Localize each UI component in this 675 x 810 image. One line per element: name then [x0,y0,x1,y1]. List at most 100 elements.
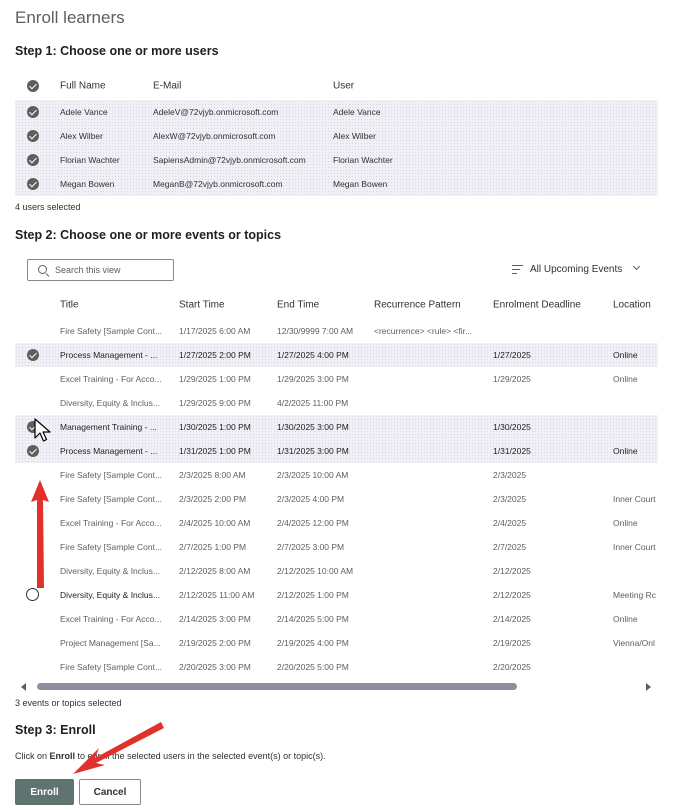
event-location: Online [613,374,638,384]
mouse-cursor-icon [34,418,51,442]
event-deadline: 2/7/2025 [493,542,527,552]
table-row[interactable]: Alex Wilber AlexW@72vjyb.onmicrosoft.com A… [15,124,658,148]
table-row[interactable]: Management Training - ... 1/30/2025 1:00 … [15,415,658,439]
event-location: Inner Court [613,542,656,552]
event-end-time: 1/30/2025 3:00 PM [277,422,349,432]
annotation-arrow-diagonal-shape [73,722,164,774]
row-checkbox[interactable] [27,178,39,190]
event-title: Excel Training - For Acco... [60,614,162,624]
table-row[interactable]: Process Management - ... 1/27/2025 2:00 P… [15,343,658,367]
filter-lines-icon [512,265,523,274]
scroll-right-icon[interactable] [646,683,651,691]
table-row[interactable]: Adele Vance AdeleV@72vjyb.onmicrosoft.com… [15,100,658,124]
event-location: Online [613,350,638,360]
event-start-time: 2/3/2025 8:00 AM [179,470,246,480]
event-start-time: 1/29/2025 9:00 PM [179,398,251,408]
enroll-button[interactable]: Enroll [15,779,74,805]
column-header-title[interactable]: Title [60,300,79,311]
event-start-time: 2/12/2025 11:00 AM [179,590,255,600]
row-checkbox[interactable] [27,349,39,361]
event-start-time: 2/19/2025 2:00 PM [179,638,251,648]
event-title: Process Management - ... [60,446,158,456]
event-end-time: 12/30/9999 7:00 AM [277,326,354,336]
event-deadline: 1/27/2025 [493,350,531,360]
step2-title: Step 2: Choose one or more events or top… [15,228,282,242]
event-end-time: 2/19/2025 4:00 PM [277,638,349,648]
table-row[interactable]: Fire Safety [Sample Cont... 2/20/2025 3:0… [15,655,658,679]
scrollbar-thumb[interactable] [37,683,517,690]
column-header-enrolment-deadline[interactable]: Enrolment Deadline [493,300,581,311]
table-row[interactable]: Fire Safety [Sample Cont... 1/17/2025 6:0… [15,319,658,343]
event-title: Diversity, Equity & Inclus... [60,590,160,600]
search-icon [38,265,47,274]
event-recurrence: <recurrence> <rule> <fir... [374,326,473,336]
table-row[interactable]: Diversity, Equity & Inclus... 2/12/2025 1… [15,583,658,607]
users-table-header: Full Name E-Mail User [15,72,658,100]
user-user: Adele Vance [333,107,381,117]
column-header-email[interactable]: E-Mail [153,81,181,92]
event-deadline: 1/29/2025 [493,374,531,384]
annotation-arrow-up-shape [31,480,49,588]
row-checkbox[interactable] [27,445,39,457]
user-full-name: Megan Bowen [60,179,115,189]
search-input[interactable]: Search this view [55,265,121,275]
table-row[interactable]: Florian Wachter SapiensAdmin@72vjyb.onmic… [15,148,658,172]
event-end-time: 1/31/2025 3:00 PM [277,446,349,456]
column-header-location[interactable]: Location [613,300,651,311]
event-deadline: 2/12/2025 [493,566,531,576]
view-selector-label: All Upcoming Events [530,264,623,275]
user-email: MeganB@72vjyb.onmicrosoft.com [153,179,283,189]
event-start-time: 2/14/2025 3:00 PM [179,614,251,624]
table-row[interactable]: Excel Training - For Acco... 2/4/2025 10:… [15,511,658,535]
chevron-down-icon [632,262,641,271]
table-row[interactable]: Excel Training - For Acco... 1/29/2025 1:… [15,367,658,391]
column-header-recurrence-pattern[interactable]: Recurrence Pattern [374,300,461,311]
step1-title: Step 1: Choose one or more users [15,44,219,58]
users-table: Full Name E-Mail User Adele Vance AdeleV@… [15,72,658,196]
table-row[interactable]: Fire Safety [Sample Cont... 2/3/2025 2:00… [15,487,658,511]
event-start-time: 2/7/2025 1:00 PM [179,542,247,552]
row-checkbox[interactable] [27,130,39,142]
event-location: Online [613,614,638,624]
column-header-end-time[interactable]: End Time [277,300,319,311]
column-header-full-name[interactable]: Full Name [60,81,106,92]
event-deadline: 2/3/2025 [493,494,527,504]
table-row[interactable]: Fire Safety [Sample Cont... 2/3/2025 8:00… [15,463,658,487]
column-header-user[interactable]: User [333,81,354,92]
row-checkbox[interactable] [27,106,39,118]
event-deadline: 1/31/2025 [493,446,531,456]
event-deadline: 1/30/2025 [493,422,531,432]
event-title: Excel Training - For Acco... [60,374,162,384]
table-row[interactable]: Excel Training - For Acco... 2/14/2025 3:… [15,607,658,631]
table-row[interactable]: Process Management - ... 1/31/2025 1:00 P… [15,439,658,463]
event-deadline: 2/20/2025 [493,662,531,672]
event-start-time: 1/31/2025 1:00 PM [179,446,251,456]
cancel-button[interactable]: Cancel [79,779,141,805]
table-row[interactable]: Project Management [Sa... 2/19/2025 2:00 … [15,631,658,655]
table-row[interactable]: Fire Safety [Sample Cont... 2/7/2025 1:00… [15,535,658,559]
event-deadline: 2/3/2025 [493,470,527,480]
event-location: Meeting Rc [613,590,656,600]
search-box[interactable]: Search this view [27,259,174,281]
event-start-time: 2/3/2025 2:00 PM [179,494,247,504]
table-row[interactable]: Megan Bowen MeganB@72vjyb.onmicrosoft.com… [15,172,658,196]
event-end-time: 2/7/2025 3:00 PM [277,542,345,552]
event-title: Process Management - ... [60,350,158,360]
horizontal-scrollbar[interactable] [15,680,658,694]
event-start-time: 1/17/2025 6:00 AM [179,326,251,336]
event-title: Fire Safety [Sample Cont... [60,662,163,672]
instruction-prefix: Click on [15,751,50,761]
user-email: AdeleV@72vjyb.onmicrosoft.com [153,107,279,117]
select-all-users-checkbox[interactable] [27,80,39,92]
row-checkbox[interactable] [27,154,39,166]
table-row[interactable]: Diversity, Equity & Inclus... 1/29/2025 9… [15,391,658,415]
event-start-time: 1/30/2025 1:00 PM [179,422,251,432]
table-row[interactable]: Diversity, Equity & Inclus... 2/12/2025 8… [15,559,658,583]
event-start-time: 2/4/2025 10:00 AM [179,518,251,528]
annotation-arrow-up [31,480,49,588]
event-end-time: 2/20/2025 5:00 PM [277,662,349,672]
column-header-start-time[interactable]: Start Time [179,300,225,311]
event-location: Online [613,446,638,456]
event-location: Online [613,518,638,528]
scroll-left-icon[interactable] [21,683,26,691]
